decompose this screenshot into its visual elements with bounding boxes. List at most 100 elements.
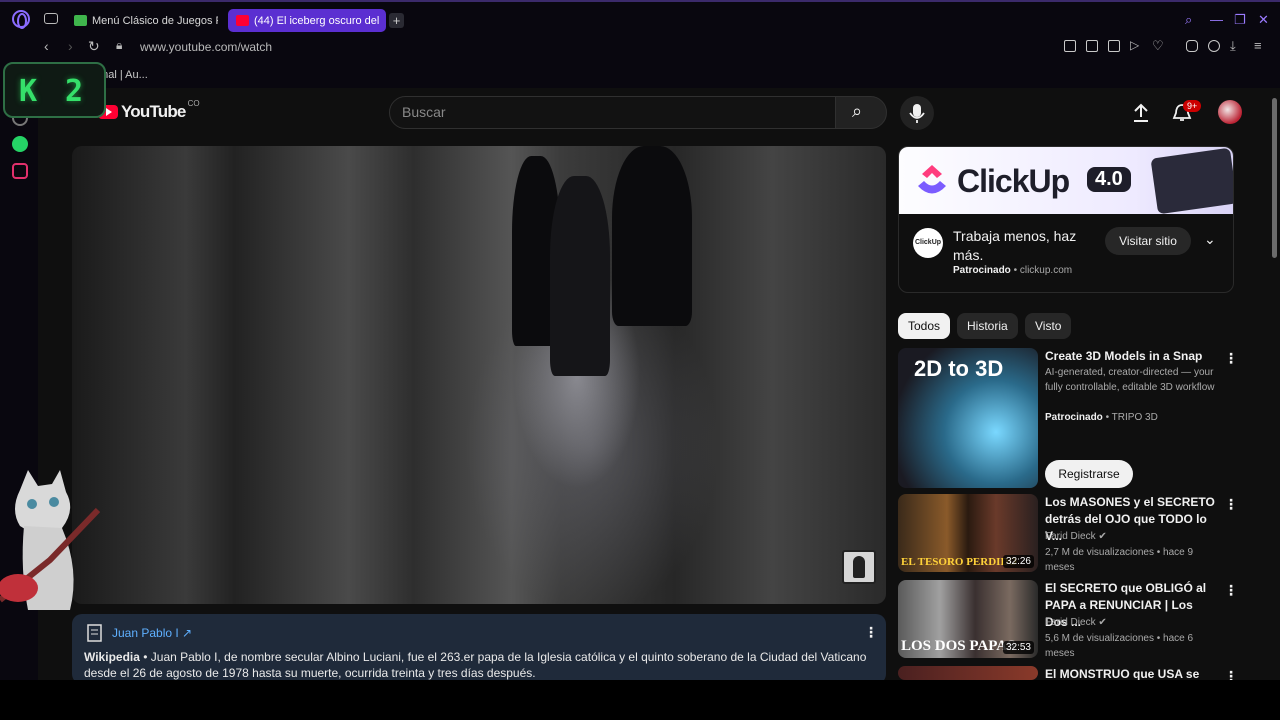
video-stats: 5,6 M de visualizaciones • hace 6 meses [1045,633,1194,659]
tab-switcher-icon[interactable] [44,13,58,24]
recommendation-item[interactable]: EL TESORO PERDIDO 32:26 Los MASONES y el… [898,494,1238,574]
guitar-cat-sticker [0,470,100,610]
clickup-version-badge: 4.0 [1087,167,1131,192]
channel-watermark-icon[interactable] [842,550,876,584]
tab-favicon-icon [74,15,87,26]
video-title[interactable]: El MONSTRUO que USA se [1045,666,1215,680]
search-tabs-icon[interactable]: ⌕ [1185,12,1192,28]
thumbnail-text: LOS DOS PAPAS [901,638,1016,654]
chip-visto[interactable]: Visto [1025,313,1072,339]
bottom-black-bar [0,680,1280,720]
advertiser-logo[interactable]: ClickUp [913,228,943,258]
chip-todos[interactable]: Todos [898,313,951,339]
country-code: CO [187,98,200,108]
ad-headline[interactable]: Trabaja menos, haz más. [953,227,1093,265]
youtube-logo[interactable]: YouTube CO [98,98,200,122]
back-icon[interactable]: ‹ [44,38,49,54]
video-thumbnail[interactable]: 2D to 3D [898,348,1038,488]
clickup-logo-icon [918,165,946,194]
sponsored-label: Patrocinado [953,265,1011,276]
voice-search-button[interactable] [900,96,934,130]
video-description: AI-generated, creator-directed — your fu… [1045,367,1215,393]
more-options-icon[interactable]: ⋮ [1224,350,1238,367]
recommendation-item[interactable]: LOS DOS PAPAS 32:53 El SECRETO que OBLIG… [898,580,1238,660]
youtube-page: YouTube CO Buscar ⌕ 9+ Juan Pablo I ↗ ⋮ … [38,88,1270,680]
visit-site-button[interactable]: Visitar sitio [1105,227,1191,255]
sponsored-label: Patrocinado [1045,412,1103,423]
player-icon[interactable]: ▷ [1130,38,1139,52]
channel-name[interactable]: • TRIPO 3D [1103,412,1158,423]
video-title[interactable]: Create 3D Models in a Snap [1045,348,1215,365]
scrollbar-thumb[interactable] [1272,98,1277,258]
k2-number: 2 [65,74,84,109]
ad-app-screenshot [1150,147,1233,215]
url-field[interactable]: www.youtube.com/watch [140,40,272,54]
adblock-shield-icon[interactable] [1108,40,1120,52]
instagram-icon[interactable] [12,163,28,179]
clickup-ad-card[interactable]: ClickUp 4.0 ClickUp Trabaja menos, haz m… [898,146,1234,293]
clickup-wordmark: ClickUp [957,163,1070,199]
browser-tab-youtube-active[interactable]: (44) El iceberg oscuro del [228,9,386,32]
opera-logo-icon[interactable] [12,10,30,29]
lock-icon[interactable]: 🔒︎ [116,38,122,53]
new-tab-button[interactable]: + [389,13,404,28]
extensions-icon[interactable] [1186,40,1198,52]
maximize-icon[interactable]: ❐ [1234,12,1246,28]
close-window-icon[interactable]: ✕ [1258,12,1269,28]
wiki-document-icon [87,624,102,642]
forward-icon[interactable]: › [68,38,73,54]
video-player[interactable] [72,146,886,604]
more-options-icon[interactable]: ⋮ [864,624,878,641]
context-description: Wikipedia • Juan Pablo I, de nombre secu… [84,649,874,680]
context-link[interactable]: Juan Pablo I ↗ [112,626,192,640]
upload-icon[interactable] [1132,103,1150,123]
k2-letter: K [19,74,38,109]
browser-tab-games[interactable]: Menú Clásico de Juegos F [66,9,218,32]
page-scrollbar[interactable] [1270,88,1280,680]
chevron-down-icon[interactable]: ⌄ [1204,231,1216,248]
video-thumbnail[interactable]: EL TESORO PERDIDO 32:26 [898,494,1038,572]
reload-icon[interactable]: ↻ [88,38,100,55]
notification-badge: 9+ [1183,100,1202,112]
video-duration: 32:53 [1002,641,1034,654]
user-avatar[interactable] [1218,100,1242,124]
tab-title: (44) El iceberg oscuro del [254,14,380,27]
menu-icon[interactable]: ≡ [1254,38,1262,53]
recommendation-item[interactable]: El MONSTRUO que USA se ⋮ [898,666,1238,680]
bookmarks-bar: onal | Au... [0,58,1280,88]
ad-domain: • clickup.com [1010,265,1073,276]
tab-title: Menú Clásico de Juegos F [92,14,218,27]
ad-banner[interactable]: ClickUp 4.0 [899,147,1233,215]
k2-overlay-widget: K 2 [3,62,106,118]
channel-name[interactable]: Farid Dieck ✔ [1045,529,1225,544]
more-options-icon[interactable]: ⋮ [1224,582,1238,599]
heart-icon[interactable]: ♡ [1152,38,1164,54]
whatsapp-icon[interactable] [12,136,28,152]
download-icon[interactable]: ⤓ [1230,38,1236,54]
video-figure [550,176,610,376]
browser-tab-bar: Menú Clásico de Juegos F (44) El iceberg… [0,0,1280,36]
video-duration: 32:26 [1002,555,1034,568]
more-options-icon[interactable]: ⋮ [1224,668,1238,680]
minimize-icon[interactable]: — [1210,12,1223,27]
register-button[interactable]: Registrarse [1045,460,1133,488]
channel-name[interactable]: Farid Dieck ✔ [1045,615,1225,630]
youtube-favicon-icon [236,15,249,26]
chip-historia[interactable]: Historia [957,313,1018,339]
video-thumbnail[interactable] [898,666,1038,680]
profile-icon[interactable] [1208,40,1220,52]
address-bar: ‹ › ↻ 🔒︎ www.youtube.com/watch ▷ ♡ ⤓ ≡ [0,36,1280,58]
snapshot-icon[interactable] [1086,40,1098,52]
video-thumbnail[interactable]: LOS DOS PAPAS 32:53 [898,580,1038,658]
recommendation-item-sponsored[interactable]: 2D to 3D Create 3D Models in a Snap AI-g… [898,348,1238,488]
context-text: • Juan Pablo I, de nombre secular Albino… [84,650,867,680]
search-icon: ⌕ [852,101,863,121]
pin-icon[interactable] [1064,40,1076,52]
search-button[interactable]: ⌕ [835,96,887,129]
video-figure [612,146,692,326]
context-source: Wikipedia [84,650,140,664]
sponsor-line: Patrocinado • TRIPO 3D [1045,410,1225,425]
search-input[interactable]: Buscar [389,96,836,129]
more-options-icon[interactable]: ⋮ [1224,496,1238,513]
ad-sponsor-line: Patrocinado • clickup.com [953,265,1072,276]
